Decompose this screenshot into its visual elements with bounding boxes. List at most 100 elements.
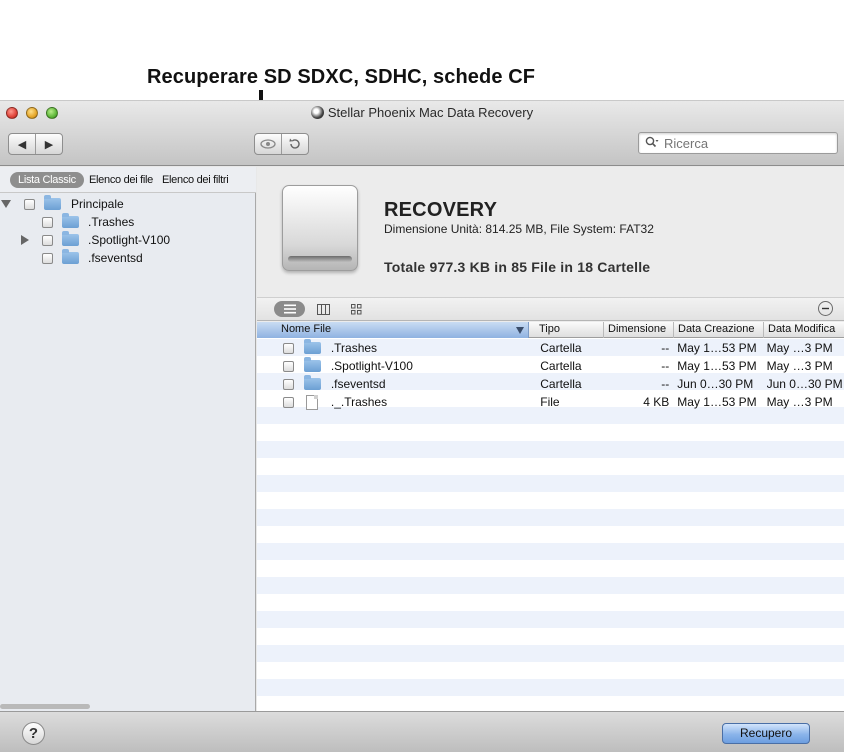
tree-item-label: .Trashes — [88, 215, 135, 229]
folder-icon — [62, 249, 79, 264]
checkbox[interactable] — [24, 198, 35, 210]
file-size: -- — [661, 341, 670, 355]
file-size: -- — [661, 359, 670, 373]
sidebar-scrollbar[interactable] — [0, 704, 90, 709]
checkbox[interactable] — [283, 360, 294, 372]
file-created: May 1…53 PM — [677, 395, 757, 409]
search-input[interactable] — [664, 135, 832, 151]
checkbox[interactable] — [42, 252, 53, 264]
column-header-name[interactable]: Nome File — [257, 322, 529, 338]
tab-elenco-filtri[interactable]: Elenco dei filtri — [162, 172, 229, 188]
checkbox[interactable] — [283, 396, 294, 408]
volume-name: RECOVERY — [384, 199, 498, 221]
column-view-button[interactable] — [315, 301, 331, 317]
folder-icon — [303, 375, 321, 390]
sidebar-view-tabs: Lista Classic Elenco dei file Elenco dei… — [0, 167, 256, 193]
tab-elenco-file[interactable]: Elenco dei file — [89, 172, 153, 188]
preview-refresh-buttons — [254, 133, 309, 155]
file-size: 4 KB — [643, 395, 670, 409]
help-button[interactable]: ? — [22, 722, 45, 745]
column-header-label: Data Modifica — [768, 323, 836, 335]
eye-icon — [260, 139, 276, 149]
search-field[interactable] — [638, 132, 838, 154]
drive-icon — [278, 183, 362, 275]
disclosure-triangle-icon[interactable] — [1, 200, 11, 208]
recover-button[interactable]: Recupero — [722, 723, 810, 744]
collapse-button[interactable] — [818, 301, 833, 316]
folder-icon — [303, 339, 321, 354]
file-modified: May …3 PM — [766, 359, 833, 373]
app-logo-icon — [310, 106, 324, 119]
tree-item-principale[interactable]: Principale — [0, 195, 124, 213]
disclosure-triangle-icon[interactable] — [21, 235, 29, 245]
icon-view-icon — [350, 303, 361, 314]
forward-button[interactable]: ▶ — [35, 134, 62, 154]
file-modified: Jun 0…30 PM — [766, 377, 843, 391]
bottom-bar: ? Recupero — [0, 711, 844, 752]
column-header-type[interactable]: Tipo — [529, 322, 604, 338]
folder-icon — [62, 231, 79, 246]
tab-lista-classic[interactable]: Lista Classic — [10, 172, 84, 188]
list-view-icon — [283, 304, 296, 314]
icon-view-button[interactable] — [348, 301, 364, 317]
refresh-button[interactable] — [281, 134, 308, 154]
caption-title: Recuperare SD SDXC, SDHC, schede CF — [147, 66, 536, 88]
table-row[interactable]: ._.Trashes File 4 KB May 1…53 PM May …3 … — [257, 393, 844, 411]
file-modified: May …3 PM — [766, 395, 833, 409]
app-window: Stellar Phoenix Mac Data Recovery ◀ ▶ Li… — [0, 100, 844, 752]
refresh-icon — [289, 138, 300, 149]
file-table: Nome File Tipo Dimensione Data Creazione… — [257, 322, 844, 711]
tree-item-label: Principale — [71, 197, 124, 211]
file-type: Cartella — [540, 377, 582, 391]
table-header: Nome File Tipo Dimensione Data Creazione… — [257, 322, 844, 338]
file-name: .Spotlight-V100 — [330, 359, 413, 373]
column-header-modified[interactable]: Data Modifica — [764, 322, 844, 338]
column-view-icon — [316, 303, 330, 315]
tree-item-trashes[interactable]: .Trashes — [42, 213, 134, 231]
main-panel: RECOVERY Dimensione Unità: 814.25 MB, Fi… — [257, 167, 844, 711]
tree-item-spotlight[interactable]: .Spotlight-V100 — [21, 231, 170, 249]
file-type: Cartella — [540, 359, 582, 373]
list-view-button[interactable] — [274, 301, 305, 317]
checkbox[interactable] — [283, 342, 294, 354]
window-title-text: Stellar Phoenix Mac Data Recovery — [327, 105, 534, 120]
checkbox[interactable] — [42, 216, 53, 228]
view-mode-bar — [257, 297, 844, 321]
minus-icon — [822, 307, 829, 310]
volume-total: Totale 977.3 KB in 85 File in 18 Cartell… — [384, 259, 651, 275]
volume-info: Dimensione Unità: 814.25 MB, File System… — [384, 222, 654, 236]
window-title: Stellar Phoenix Mac Data Recovery — [0, 105, 844, 120]
table-row[interactable]: .fseventsd Cartella -- Jun 0…30 PM Jun 0… — [257, 375, 844, 393]
file-type: Cartella — [540, 341, 582, 355]
tree-item-label: .Spotlight-V100 — [88, 233, 171, 247]
file-name: .Trashes — [330, 341, 378, 355]
column-header-created[interactable]: Data Creazione — [674, 322, 764, 338]
folder-icon — [44, 195, 61, 210]
column-header-label: Dimensione — [608, 323, 667, 335]
folder-icon — [303, 357, 321, 372]
table-row[interactable]: .Spotlight-V100 Cartella -- May 1…53 PM … — [257, 357, 844, 375]
sidebar: Lista Classic Elenco dei file Elenco dei… — [0, 167, 256, 711]
checkbox[interactable] — [42, 234, 53, 246]
preview-button[interactable] — [255, 134, 281, 154]
file-name: .fseventsd — [330, 377, 386, 391]
column-header-label: Tipo — [539, 323, 560, 335]
file-type: File — [540, 395, 560, 409]
file-created: Jun 0…30 PM — [677, 377, 754, 391]
back-button[interactable]: ◀ — [9, 134, 35, 154]
column-header-label: Nome File — [281, 323, 332, 335]
search-icon — [645, 136, 659, 151]
file-created: May 1…53 PM — [677, 359, 757, 373]
table-row[interactable]: .Trashes Cartella -- May 1…53 PM May …3 … — [257, 339, 844, 357]
file-name: ._.Trashes — [330, 395, 388, 409]
folder-icon — [62, 213, 79, 228]
file-modified: May …3 PM — [766, 341, 833, 355]
column-header-size[interactable]: Dimensione — [604, 322, 674, 338]
file-icon — [305, 394, 318, 410]
file-size: -- — [661, 377, 670, 391]
tree-item-fseventsd[interactable]: .fseventsd — [42, 249, 143, 267]
checkbox[interactable] — [283, 378, 294, 390]
column-header-label: Data Creazione — [678, 323, 755, 335]
sort-descending-icon — [516, 327, 524, 334]
title-bar: Stellar Phoenix Mac Data Recovery ◀ ▶ — [0, 101, 844, 166]
